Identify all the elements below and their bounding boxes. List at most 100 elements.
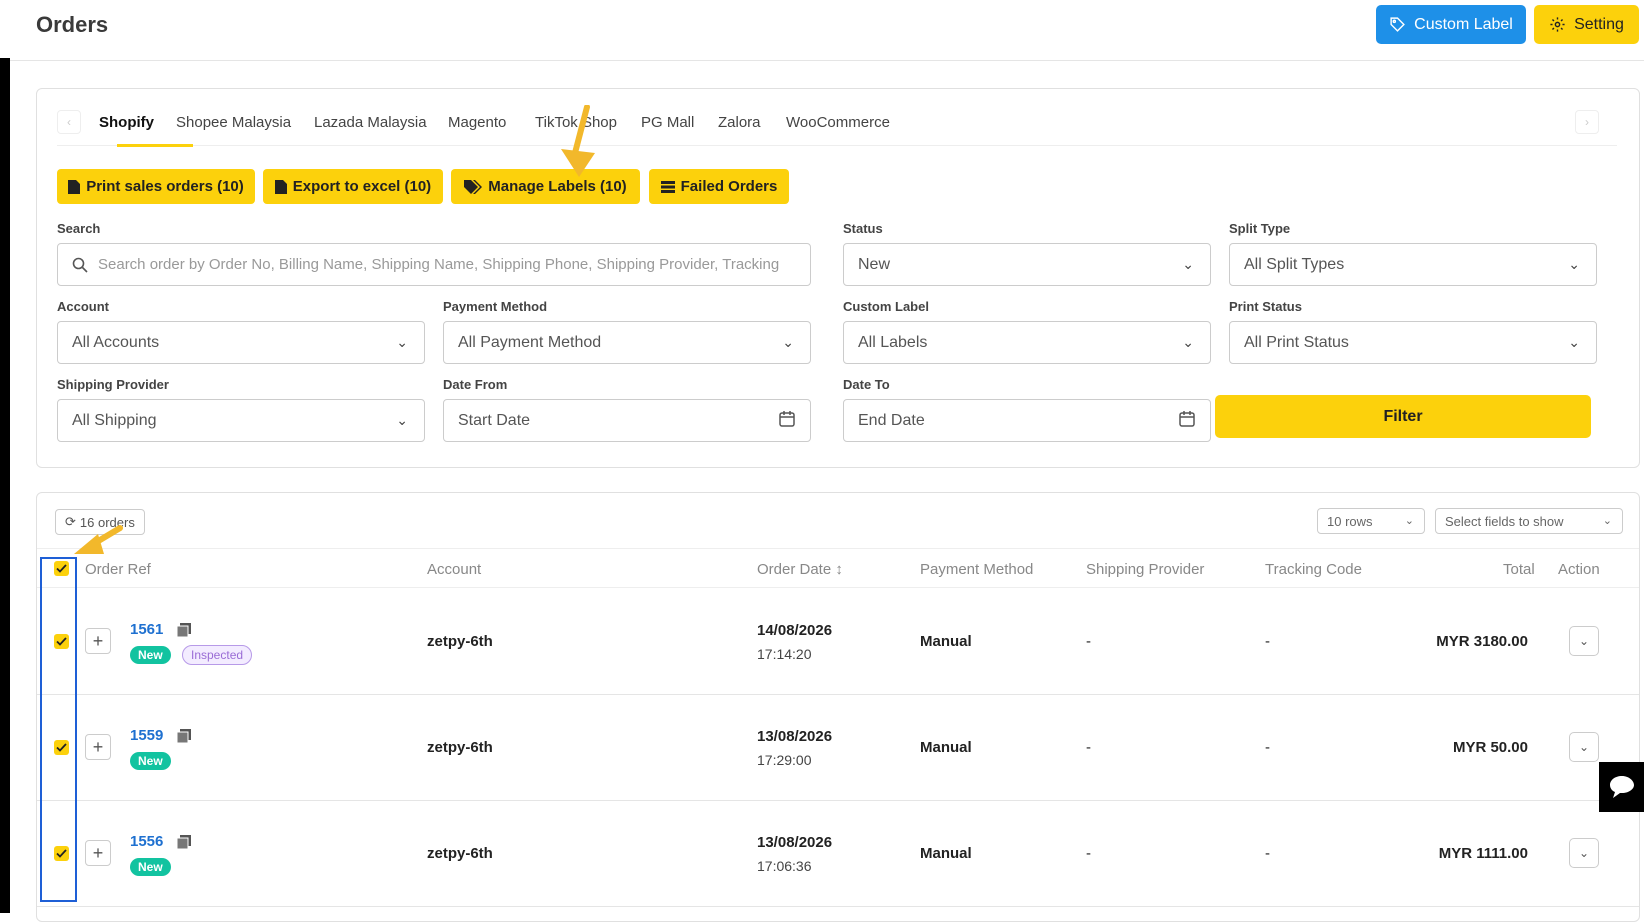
- payment-method-label: Payment Method: [443, 299, 548, 314]
- chevron-down-icon: ⌄: [1404, 515, 1414, 527]
- calendar-icon: [1179, 411, 1195, 427]
- date-from-label: Date From: [443, 377, 508, 392]
- setting-text: Setting: [1574, 15, 1624, 33]
- custom-label-button[interactable]: Custom Label: [1376, 5, 1526, 44]
- tab-lazada-malaysia[interactable]: Lazada Malaysia: [314, 114, 427, 131]
- excel-file-icon: [274, 179, 287, 194]
- chevron-down-icon: ⌄: [1578, 740, 1590, 754]
- search-label: Search: [57, 221, 101, 236]
- tab-magento[interactable]: Magento: [448, 114, 506, 131]
- select-fields-dropdown[interactable]: Select fields to show ⌄: [1435, 508, 1623, 534]
- table-row: + 1559 New zetpy-6th 13/08/2026 17:29:00…: [37, 695, 1639, 801]
- payment-method-select[interactable]: All Payment Method ⌄: [443, 321, 811, 364]
- date-to-input[interactable]: End Date: [843, 399, 1211, 442]
- copy-icon[interactable]: [177, 729, 191, 743]
- export-excel-button[interactable]: Export to excel (10): [263, 169, 443, 204]
- custom-label-label: Custom Label: [843, 299, 929, 314]
- tab-pg-mall[interactable]: PG Mall: [641, 114, 694, 131]
- table-row: + 1561 New Inspected zetpy-6th 14/08/202…: [37, 589, 1639, 695]
- order-ref-link[interactable]: 1559: [130, 727, 163, 744]
- chat-bubble-icon: [1609, 776, 1634, 798]
- status-label: Status: [843, 221, 883, 236]
- expand-row-button[interactable]: +: [85, 628, 111, 654]
- tag-icon: [1390, 17, 1406, 32]
- date-from-input[interactable]: Start Date: [443, 399, 811, 442]
- order-date-cell: 13/08/2026: [757, 834, 833, 851]
- print-status-select[interactable]: All Print Status ⌄: [1229, 321, 1597, 364]
- header-account: Account: [427, 561, 482, 578]
- chevron-down-icon: ⌄: [1568, 334, 1580, 350]
- header-order-ref[interactable]: Order Ref: [85, 561, 151, 578]
- status-select[interactable]: New ⌄: [843, 243, 1211, 286]
- search-placeholder: Search order by Order No, Billing Name, …: [98, 256, 780, 273]
- rows-value: 10 rows: [1327, 513, 1373, 529]
- header-shipping-provider: Shipping Provider: [1086, 561, 1205, 578]
- custom-label-text: Custom Label: [1414, 15, 1513, 33]
- tab-zalora[interactable]: Zalora: [718, 114, 761, 131]
- search-icon: [72, 257, 88, 273]
- payment-method-cell: Manual: [920, 739, 972, 756]
- status-badge: New: [130, 646, 171, 664]
- total-cell: MYR 1111.00: [1438, 845, 1528, 862]
- status-value: New: [858, 255, 891, 273]
- header-action: Action: [1558, 561, 1600, 578]
- order-date-cell: 13/08/2026: [757, 728, 833, 745]
- chevron-down-icon: ⌄: [1568, 256, 1580, 272]
- tab-scroll-right-icon[interactable]: ›: [1575, 110, 1599, 134]
- chat-widget-button[interactable]: [1599, 762, 1644, 812]
- failed-orders-button[interactable]: Failed Orders: [649, 169, 789, 204]
- account-cell: zetpy-6th: [427, 739, 493, 756]
- header-order-date[interactable]: Order Date ↕: [757, 561, 843, 578]
- search-input[interactable]: Search order by Order No, Billing Name, …: [57, 243, 811, 286]
- tracking-code-cell: -: [1265, 739, 1270, 756]
- print-status-label: Print Status: [1229, 299, 1302, 314]
- chevron-down-icon: ⌄: [1602, 515, 1612, 527]
- custom-label-value: All Labels: [858, 333, 928, 351]
- inspected-badge: Inspected: [182, 645, 253, 665]
- pdf-file-icon: [68, 179, 81, 194]
- shipping-provider-label: Shipping Provider: [57, 377, 169, 392]
- date-to-placeholder: End Date: [858, 411, 925, 429]
- copy-icon[interactable]: [177, 835, 191, 849]
- channel-tabs: ‹ Shopify Shopee Malaysia Lazada Malaysi…: [57, 106, 1617, 147]
- date-from-placeholder: Start Date: [458, 411, 531, 429]
- row-action-dropdown[interactable]: ⌄: [1569, 626, 1599, 656]
- account-cell: zetpy-6th: [427, 845, 493, 862]
- chevron-down-icon: ⌄: [1578, 846, 1590, 860]
- print-sales-orders-button[interactable]: Print sales orders (10): [57, 169, 255, 204]
- checkbox-column-highlight: [40, 557, 77, 902]
- manage-labels-button[interactable]: Manage Labels (10): [451, 169, 640, 204]
- filter-button[interactable]: Filter: [1215, 395, 1591, 438]
- order-date-cell: 14/08/2026: [757, 622, 833, 639]
- payment-method-value: All Payment Method: [458, 333, 602, 351]
- order-time-cell: 17:29:00: [757, 752, 812, 768]
- chevron-down-icon: ⌄: [1182, 334, 1194, 350]
- header-total: Total: [1503, 561, 1535, 578]
- top-header: Orders Custom Label Setting: [10, 0, 1644, 61]
- setting-button[interactable]: Setting: [1534, 5, 1639, 44]
- header-tracking-code: Tracking Code: [1265, 561, 1362, 578]
- shipping-provider-cell: -: [1086, 633, 1091, 650]
- tab-scroll-left-icon[interactable]: ‹: [57, 110, 81, 134]
- row-action-dropdown[interactable]: ⌄: [1569, 838, 1599, 868]
- custom-label-select[interactable]: All Labels ⌄: [843, 321, 1211, 364]
- account-select[interactable]: All Accounts ⌄: [57, 321, 425, 364]
- chevron-down-icon: ⌄: [1182, 256, 1194, 272]
- tab-shopify[interactable]: Shopify: [99, 114, 154, 131]
- chevron-down-icon: ⌄: [396, 334, 408, 350]
- status-badge: New: [130, 752, 171, 770]
- annotation-arrow-icon: [561, 105, 595, 177]
- expand-row-button[interactable]: +: [85, 734, 111, 760]
- tab-shopee-malaysia[interactable]: Shopee Malaysia: [176, 114, 291, 131]
- chevron-down-icon: ⌄: [782, 334, 794, 350]
- tab-woocommerce[interactable]: WooCommerce: [786, 114, 890, 131]
- shipping-provider-select[interactable]: All Shipping ⌄: [57, 399, 425, 442]
- order-ref-link[interactable]: 1561: [130, 621, 163, 638]
- order-ref-link[interactable]: 1556: [130, 833, 163, 850]
- rows-per-page-select[interactable]: 10 rows ⌄: [1317, 508, 1425, 534]
- split-type-select[interactable]: All Split Types ⌄: [1229, 243, 1597, 286]
- copy-icon[interactable]: [177, 623, 191, 637]
- chevron-down-icon: ⌄: [396, 412, 408, 428]
- row-action-dropdown[interactable]: ⌄: [1569, 732, 1599, 762]
- expand-row-button[interactable]: +: [85, 840, 111, 866]
